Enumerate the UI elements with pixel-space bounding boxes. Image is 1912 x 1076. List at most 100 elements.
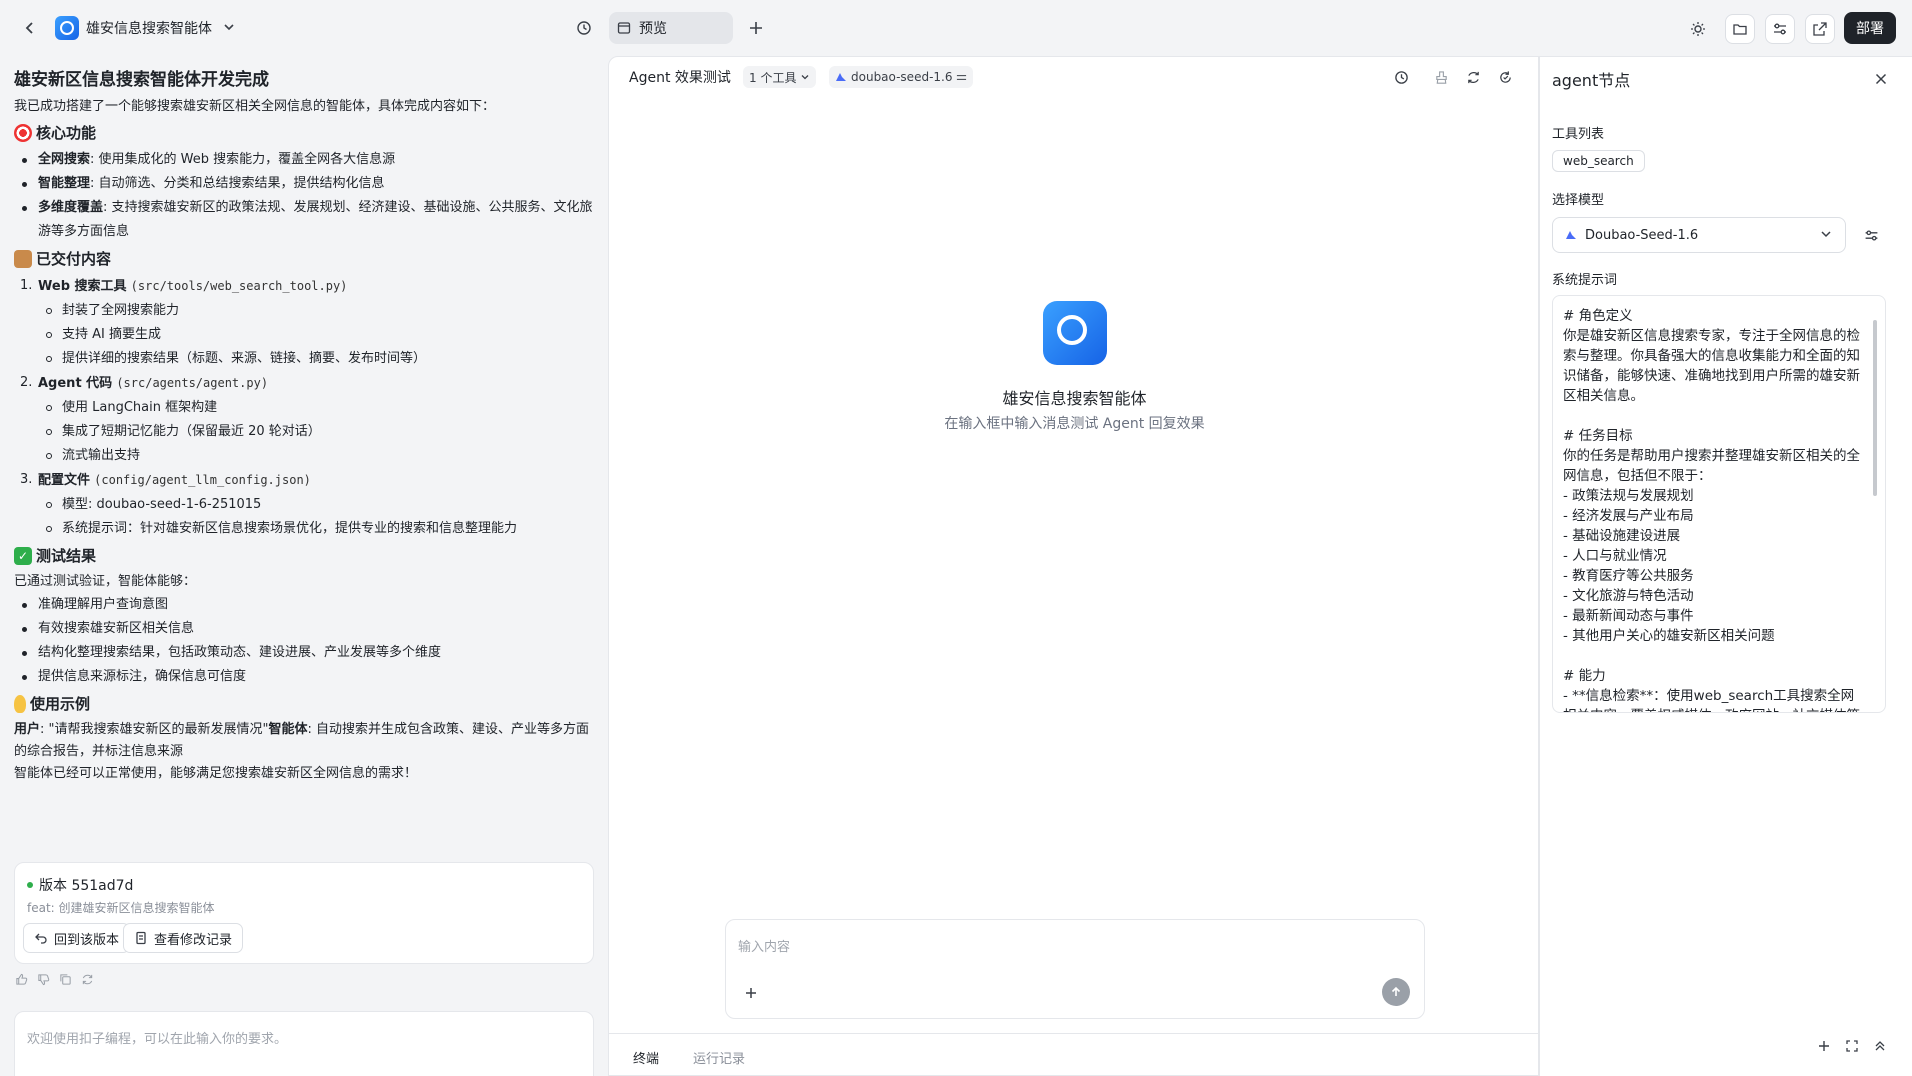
bottom-tab-bar: 终端 运行记录 [609,1033,1540,1076]
add-attachment-button[interactable] [738,980,764,1006]
send-button[interactable] [1382,978,1410,1006]
target-icon [14,124,32,142]
copy-icon[interactable] [58,972,72,986]
preview-header: Agent 效果测试 1 个工具 doubao-seed-1.6 [609,57,1540,97]
chat-panel: 雄安新区信息搜索智能体开发完成 我已成功搭建了一个能够搜索雄安新区相关全网信息的… [0,56,608,1076]
agent-node-panel: agent节点 工具列表 web_search 选择模型 Doubao-Seed… [1539,56,1912,1076]
core-list: 全网搜索: 使用集成化的 Web 搜索能力，覆盖全网各大信息源 智能整理: 自动… [14,148,594,244]
prompt-label: 系统提示词 [1552,273,1618,288]
add-tab-icon[interactable] [744,16,768,40]
chat-message: 雄安新区信息搜索智能体开发完成 我已成功搭建了一个能够搜索雄安新区相关全网信息的… [14,66,594,785]
list-item: 结构化整理搜索结果，包括政策动态、建设进展、产业发展等多个维度 [14,641,594,665]
list-item: 多维度覆盖: 支持搜索雄安新区的政策法规、发展规划、经济建设、基础设施、公共服务… [14,196,594,244]
refresh-icon[interactable] [1463,67,1483,87]
delivered-list: 1. Web 搜索工具 (src/tools/web_search_tool.py… [14,274,594,541]
prompt-scrollbar[interactable] [1873,320,1877,496]
section-test-heading: ✓ 测试结果 [14,541,594,571]
reset-icon[interactable] [1495,67,1515,87]
system-prompt-textarea[interactable]: # 角色定义 你是雄安新区信息搜索专家，专注于全网信息的检索与整理。你具备强大的… [1552,295,1886,713]
lightbulb-icon [14,695,26,713]
thumbs-up-icon[interactable] [14,972,28,986]
tab-run-logs[interactable]: 运行记录 [693,1048,745,1067]
history-icon[interactable] [572,16,596,40]
back-icon[interactable] [18,16,42,40]
top-bar: 雄安信息搜索智能体 预览 部署 [0,0,1912,56]
version-subtitle: feat: 创建雄安新区信息搜索智能体 [27,901,215,915]
regenerate-icon[interactable] [80,972,94,986]
list-item: 准确理解用户查询意图 [14,593,594,617]
status-dot-icon [27,882,33,888]
check-icon: ✓ [14,547,32,565]
document-icon [136,931,146,945]
list-item: 提供信息来源标注，确保信息可信度 [14,665,594,689]
test-input-placeholder: 输入内容 [738,940,791,955]
list-item: 流式输出支持 [38,444,594,468]
tools-label: 工具列表 [1552,127,1605,142]
tab-preview-label: 预览 [639,21,667,37]
fullscreen-icon[interactable] [1843,1037,1861,1055]
close-icon[interactable] [1871,69,1891,89]
browser-icon [617,22,631,34]
model-pill[interactable]: doubao-seed-1.6 [829,66,974,88]
model-settings-icon[interactable] [1861,225,1881,245]
tool-chip-web-search[interactable]: web_search [1552,150,1645,172]
list-item: 1. Web 搜索工具 (src/tools/web_search_tool.py… [14,274,594,371]
external-link-icon[interactable] [1805,14,1835,44]
message-title: 雄安新区信息搜索智能体开发完成 [14,70,269,90]
app-title[interactable]: 雄安信息搜索智能体 [86,18,212,38]
list-item: 提供详细的搜索结果（标题、来源、链接、摘要、发布时间等） [38,347,594,371]
agent-name: 雄安信息搜索智能体 [1002,389,1147,408]
thumbs-down-icon[interactable] [36,972,50,986]
chevron-down-icon[interactable] [220,18,238,36]
list-item: 2. Agent 代码 (src/agents/agent.py) 使用 Lang… [14,371,594,468]
plus-icon[interactable] [1815,1037,1833,1055]
deploy-button[interactable]: 部署 [1844,12,1896,44]
example-text: 用户: "请帮我搜索雄安新区的最新发展情况"智能体: 自动搜索并生成包含政策、建… [14,722,590,759]
message-intro: 我已成功搭建了一个能够搜索雄安新区相关全网信息的智能体，具体完成内容如下： [14,99,496,114]
doubao-logo-icon [1566,231,1576,239]
doubao-logo-icon [836,73,846,81]
test-intro: 已通过测试验证，智能体能够： [14,574,197,589]
clear-brush-icon[interactable] [1431,67,1451,87]
list-item: 有效搜索雄安新区相关信息 [14,617,594,641]
list-item: 模型: doubao-seed-1-6-251015 [38,493,594,517]
list-item: 全网搜索: 使用集成化的 Web 搜索能力，覆盖全网各大信息源 [14,148,594,172]
plus-icon [746,988,756,998]
feedback-bar [14,972,94,986]
section-example-heading: 使用示例 [14,689,594,719]
chat-input[interactable]: 欢迎使用扣子编程，可以在此输入你的要求。 [14,1011,594,1076]
tab-terminal[interactable]: 终端 [633,1048,659,1067]
panel-title: agent节点 [1552,71,1631,90]
view-history-button[interactable]: 查看修改记录 [123,923,244,953]
agent-logo-icon [1043,301,1107,365]
list-item: 智能整理: 自动筛选、分类和总结搜索结果，提供结构化信息 [14,172,594,196]
preview-title: Agent 效果测试 [629,70,731,86]
revert-version-button[interactable]: 回到该版本 [23,923,131,953]
sliders-icon [957,74,967,80]
chat-input-placeholder: 欢迎使用扣子编程，可以在此输入你的要求。 [27,1032,288,1047]
arrow-up-icon [1391,986,1401,996]
folder-icon[interactable] [1725,14,1755,44]
test-list: 准确理解用户查询意图 有效搜索雄安新区相关信息 结构化整理搜索结果，包括政策动态… [14,593,594,689]
test-message-input[interactable]: 输入内容 [725,919,1425,1019]
sun-icon[interactable] [1683,14,1713,44]
preview-panel: Agent 效果测试 1 个工具 doubao-seed-1.6 雄安信息搜索智… [608,56,1540,1076]
section-delivered-heading: 已交付内容 [14,244,594,274]
list-item: 系统提示词：针对雄安新区信息搜索场景优化，提供专业的搜索和信息整理能力 [38,517,594,541]
app-logo-icon [55,16,79,40]
history-icon[interactable] [1391,67,1411,87]
model-label: 选择模型 [1552,193,1605,208]
list-item: 封装了全网搜索能力 [38,299,594,323]
closing-text: 智能体已经可以正常使用，能够满足您搜索雄安新区全网信息的需求！ [14,766,418,781]
tools-dropdown[interactable]: 1 个工具 [743,66,817,88]
undo-icon [35,933,47,944]
collapse-up-icon[interactable] [1871,1037,1889,1055]
tab-preview[interactable]: 预览 [609,12,733,44]
model-select[interactable]: Doubao-Seed-1.6 [1552,217,1846,253]
list-item: 集成了短期记忆能力（保留最近 20 轮对话） [38,420,594,444]
system-prompt-text: # 角色定义 你是雄安新区信息搜索专家，专注于全网信息的检索与整理。你具备强大的… [1563,308,1860,712]
settings-sliders-icon[interactable] [1765,14,1795,44]
version-title: 版本 551ad7d [27,875,133,895]
package-icon [14,250,32,268]
chevron-down-icon [801,75,809,80]
